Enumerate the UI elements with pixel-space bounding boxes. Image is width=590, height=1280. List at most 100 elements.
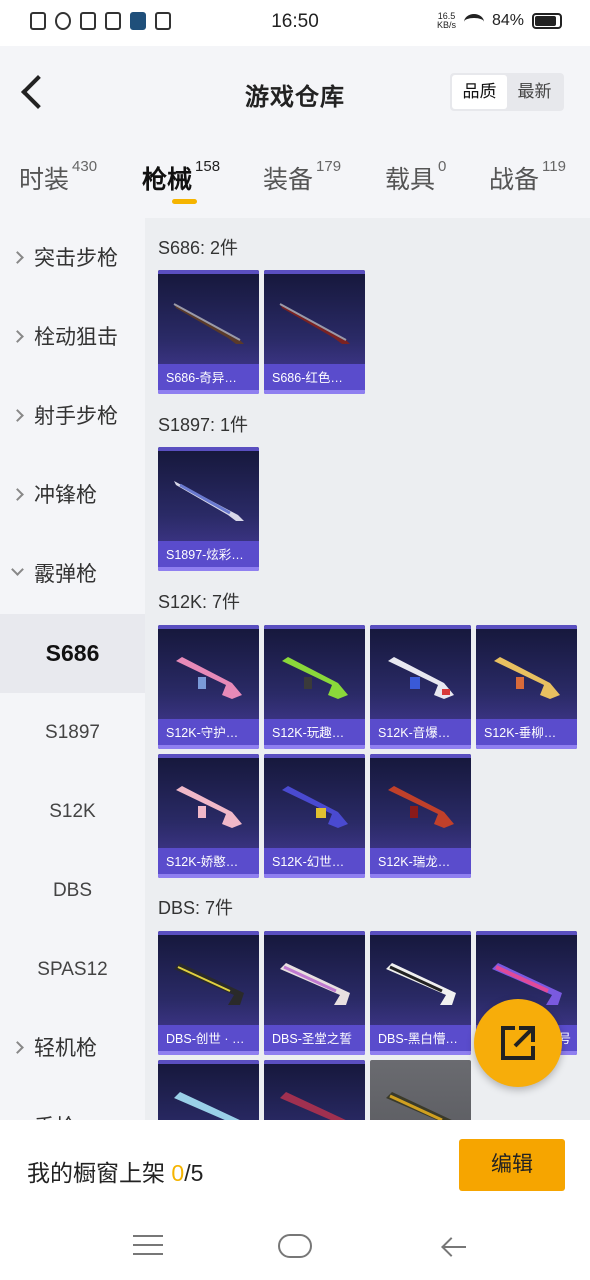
shotgun-icon [174,963,244,1005]
sidebar-sub-s686[interactable]: S686 [0,614,145,693]
item-card[interactable] [370,1060,471,1120]
sidebar-item-label: 霰弹枪 [34,563,97,586]
app-header: 游戏仓库 品质 最新 [0,46,590,142]
edit-button[interactable]: 编辑 [459,1139,565,1191]
shotgun-icon [280,1092,346,1120]
item-name: S686-奇异… [158,364,259,394]
item-name: S12K-娇憨… [158,848,259,878]
item-name: S12K-玩趣… [264,719,365,749]
tab-equipment[interactable]: 装备 179 [263,158,342,196]
sidebar-item-pistol[interactable]: 手枪 [0,1088,145,1120]
item-name: S12K-守护… [158,719,259,749]
item-card[interactable]: S12K-娇憨… [158,754,259,878]
chevron-right-icon [11,488,24,501]
item-card[interactable]: S686-奇异… [158,270,259,394]
item-card[interactable]: DBS-黑白懵… [370,931,471,1055]
wifi-icon [463,14,484,28]
rifle-icon [494,657,560,699]
item-card[interactable]: DBS-创世 · … [158,931,259,1055]
item-name: S686-红色… [264,364,365,394]
tab-label: 战备 [489,166,540,194]
tab-count: 0 [438,158,447,175]
sidebar-item-label: 栓动狙击 [34,326,118,349]
shotgun-icon [174,481,244,521]
weapon-category-sidebar: 突击步枪 栓动狙击 射手步枪 冲锋枪 霰弹枪 S686 S1897 S12K D… [0,218,145,1120]
tab-vehicles[interactable]: 载具 0 [385,158,447,196]
tab-label: 时装 [19,166,70,194]
item-name: DBS-圣堂之誓 [264,1025,365,1055]
external-link-icon [501,1026,535,1060]
item-name: S12K-瑞龙… [370,848,471,878]
showcase-total: /5 [184,1160,204,1186]
rifle-icon [176,786,242,828]
tab-combat-gear[interactable]: 战备 119 [489,158,566,196]
shotgun-icon [386,963,456,1005]
tab-count: 179 [316,158,342,175]
item-card[interactable]: S12K-瑞龙… [370,754,471,878]
recent-apps-icon[interactable] [133,1235,163,1255]
group-title: DBS: 7件 [158,898,234,918]
sort-latest-button[interactable]: 最新 [507,75,562,109]
share-button[interactable] [474,999,562,1087]
net-speed-unit: KB/s [436,20,456,30]
sidebar-sub-s1897[interactable]: S1897 [0,693,145,772]
sort-quality-button[interactable]: 品质 [452,75,507,109]
item-card[interactable]: DBS-圣堂之誓 [264,931,365,1055]
group-title: S686: 2件 [158,238,239,258]
sidebar-item-label: 冲锋枪 [34,484,97,507]
back-icon[interactable] [440,1236,466,1258]
item-card[interactable]: S1897-炫彩… [158,447,259,571]
sidebar-item-smg[interactable]: 冲锋枪 [0,456,145,535]
rifle-icon [176,657,242,699]
item-card[interactable]: S12K-音爆… [370,625,471,749]
rifle-icon [388,657,454,699]
system-navigation [0,1214,590,1280]
item-name: S1897-炫彩… [158,541,259,571]
inventory-content: S686: 2件 S686-奇异… S686-红色… S1897: 1件 S18… [145,218,590,1120]
tab-outfits[interactable]: 时装 430 [19,158,97,196]
rifle-icon [282,786,348,828]
showcase-status: 我的橱窗上架 0/5 [27,1154,203,1188]
sidebar-item-assault-rifle[interactable]: 突击步枪 [0,219,145,298]
battery-percent: 84% [491,12,524,29]
item-name: S12K-垂柳… [476,719,577,749]
item-name: DBS-创世 · … [158,1025,259,1055]
home-icon[interactable] [278,1234,312,1258]
sidebar-sub-dbs[interactable]: DBS [0,851,145,930]
item-card[interactable]: S12K-守护… [158,625,259,749]
battery-icon [532,13,562,29]
tab-guns[interactable]: 枪械 158 [142,158,221,196]
sidebar-item-shotgun[interactable]: 霰弹枪 [0,535,145,614]
net-speed: 16.5 KB/s [437,12,456,30]
sidebar-item-marksman-rifle[interactable]: 射手步枪 [0,377,145,456]
tab-label: 装备 [263,166,314,194]
item-card[interactable]: S12K-垂柳… [476,625,577,749]
item-card[interactable]: S12K-幻世… [264,754,365,878]
item-card[interactable]: S686-红色… [264,270,365,394]
chevron-right-icon [11,251,24,264]
sidebar-sub-spas12[interactable]: SPAS12 [0,930,145,1009]
shotgun-icon [280,963,350,1005]
chevron-right-icon [11,1041,24,1054]
sidebar-item-lmg[interactable]: 轻机枪 [0,1009,145,1088]
chevron-right-icon [11,409,24,422]
item-card[interactable] [264,1060,365,1120]
item-card[interactable] [158,1060,259,1120]
tab-count: 158 [195,158,221,175]
tab-label: 枪械 [142,166,193,194]
showcase-count: 0 [171,1160,185,1186]
item-card[interactable]: S12K-玩趣… [264,625,365,749]
group-title: S12K: 7件 [158,592,241,612]
shotgun-icon [279,303,350,344]
showcase-label: 我的橱窗上架 [27,1160,172,1186]
item-name: DBS-黑白懵… [370,1025,471,1055]
shotgun-icon [386,1092,452,1120]
category-tabs: 时装 430 枪械 158 装备 179 载具 0 战备 119 [0,142,590,218]
shotgun-icon [174,1092,240,1120]
item-name: S12K-音爆… [370,719,471,749]
sidebar-item-bolt-sniper[interactable]: 栓动狙击 [0,298,145,377]
status-bar: 16:50 16.5 KB/s 84% [0,0,590,46]
sidebar-sub-s12k[interactable]: S12K [0,772,145,851]
rifle-icon [388,786,454,828]
shotgun-icon [173,303,244,344]
